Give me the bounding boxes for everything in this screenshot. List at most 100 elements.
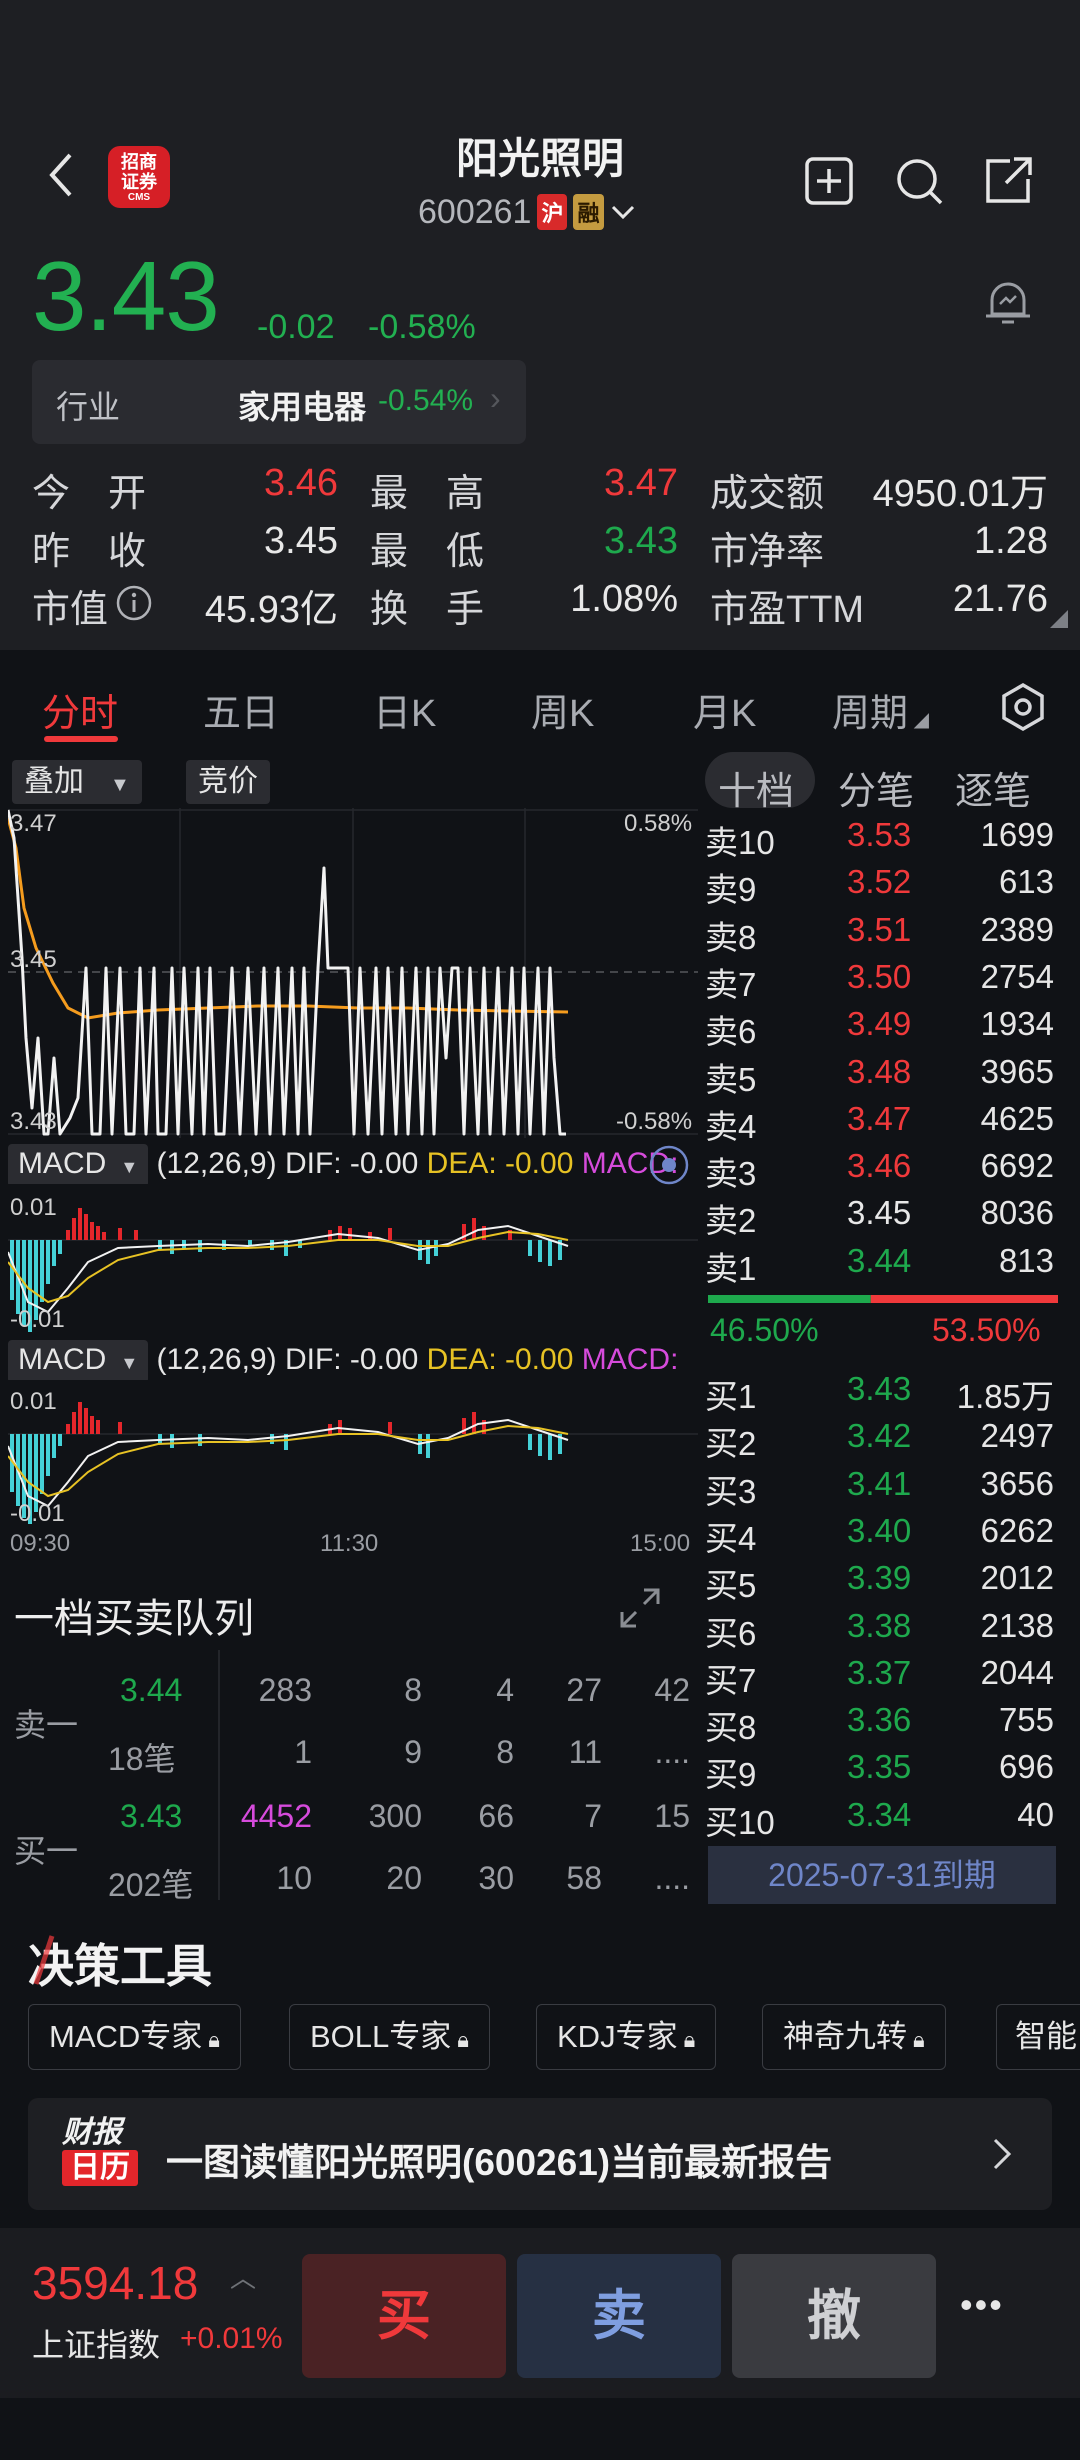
logo-sub: CMS xyxy=(127,192,151,203)
macd2-axis-top: 0.01 xyxy=(10,1388,57,1415)
tool-boll-label: BOLL专家 xyxy=(310,2019,452,2054)
buy-level[interactable]: 买7 3.37 2044 xyxy=(705,1650,1060,1699)
time-start-label: 09:30 xyxy=(10,1530,71,1557)
cancel-order-button[interactable]: 撤 xyxy=(732,2254,936,2378)
add-watchlist-icon[interactable] xyxy=(803,155,855,207)
info-icon[interactable] xyxy=(115,584,153,622)
tool-kdj-expert[interactable]: KDJ专家 🔒︎ xyxy=(536,2004,717,2070)
sell-level[interactable]: 卖4 3.47 4625 xyxy=(705,1096,1060,1145)
active-tab-indicator xyxy=(44,736,118,742)
stock-code-row[interactable]: 600261 沪 融 xyxy=(418,190,636,234)
buy-level[interactable]: 买1 3.43 1.85万 xyxy=(705,1366,1060,1415)
tab-ticks[interactable]: 分笔 xyxy=(838,760,914,815)
queue-sell-price: 3.44 xyxy=(120,1672,183,1708)
expand-icon[interactable] xyxy=(618,1586,662,1630)
bid-ask-ratio-bar xyxy=(708,1295,1058,1303)
sell-level-volume: 813 xyxy=(998,1241,1054,1279)
buy-level[interactable]: 买2 3.42 2497 xyxy=(705,1413,1060,1462)
sell-level-label: 卖5 xyxy=(705,1060,757,1098)
settings-hex-icon[interactable] xyxy=(1000,682,1046,732)
pe-value: 21.76 xyxy=(952,578,1048,620)
sell-ratio-fill xyxy=(870,1295,1058,1303)
high-label: 最 高 xyxy=(370,473,485,515)
buy-level[interactable]: 买5 3.39 2012 xyxy=(705,1555,1060,1604)
pb-value: 1.28 xyxy=(974,520,1048,562)
market-tag: 沪 xyxy=(537,194,568,230)
expiry-badge[interactable]: 2025-07-31到期 xyxy=(708,1846,1056,1904)
buy-level-price: 3.34 xyxy=(847,1795,912,1833)
chevron-down-icon[interactable] xyxy=(610,202,636,222)
sell-level-label: 卖3 xyxy=(705,1155,757,1193)
pe-label-text: 市盈TTM xyxy=(710,589,865,631)
sell-level-volume: 2754 xyxy=(980,957,1054,995)
buy-level-volume: 6262 xyxy=(980,1511,1054,1549)
buy-level[interactable]: 买3 3.41 3656 xyxy=(705,1461,1060,1510)
share-icon[interactable] xyxy=(982,155,1034,207)
buy-level-label: 买2 xyxy=(705,1425,757,1463)
sell-level[interactable]: 卖1 3.44 813 xyxy=(705,1238,1060,1287)
tab-monthly-k[interactable]: 月K xyxy=(693,682,756,737)
tab-ten-levels[interactable]: 十档 xyxy=(718,760,794,815)
tool-magic-nine[interactable]: 神奇九转 🔒︎ xyxy=(762,2004,946,2070)
sell-button[interactable]: 卖 xyxy=(517,2254,721,2378)
expand-corner-icon[interactable] xyxy=(1050,610,1068,628)
buy-level-label: 买10 xyxy=(705,1803,775,1841)
buy-level-label: 买7 xyxy=(705,1661,757,1699)
tab-period[interactable]: 周期 ◢ xyxy=(832,682,929,737)
open-value: 3.46 xyxy=(264,462,338,504)
tool-macd-expert[interactable]: MACD专家 🔒︎ xyxy=(28,2004,241,2070)
buy-level-label: 买6 xyxy=(705,1614,757,1652)
intraday-price-chart[interactable] xyxy=(8,808,698,1138)
buy-button[interactable]: 买 xyxy=(302,2254,506,2378)
sell-level[interactable]: 卖9 3.52 613 xyxy=(705,859,1060,908)
tab-intraday[interactable]: 分时 xyxy=(42,682,118,737)
sell-level[interactable]: 卖8 3.51 2389 xyxy=(705,907,1060,956)
macd-dropdown-2[interactable]: MACD ▼ xyxy=(8,1340,149,1380)
tab-five-day[interactable]: 五日 xyxy=(203,682,279,737)
macd2-axis-bottom: -0.01 xyxy=(10,1500,65,1527)
tab-daily-k[interactable]: 日K xyxy=(373,682,436,737)
search-icon[interactable] xyxy=(893,155,945,207)
alert-bell-icon[interactable] xyxy=(978,272,1038,332)
macd-header-2: MACD ▼ (12,26,9) DIF: -0.00 DEA: -0.00 MA… xyxy=(8,1340,698,1380)
buy-level[interactable]: 买8 3.36 755 xyxy=(705,1697,1060,1746)
queue-title: 一档买卖队列 xyxy=(14,1597,254,1641)
current-price: 3.43 xyxy=(32,241,220,351)
industry-change: -0.54% xyxy=(378,384,474,417)
queue-order-size: 10 xyxy=(276,1860,312,1896)
earnings-calendar-banner[interactable]: 财报 日历 一图读懂阳光照明(600261)当前最新报告 xyxy=(28,2098,1052,2210)
buy-level[interactable]: 买10 3.34 40 xyxy=(705,1792,1060,1841)
buy-level[interactable]: 买6 3.38 2138 xyxy=(705,1603,1060,1652)
sell-level[interactable]: 卖10 3.53 1699 xyxy=(705,812,1060,861)
buy-level-volume: 2497 xyxy=(980,1417,1054,1455)
buy-level-price: 3.38 xyxy=(847,1606,912,1644)
sell-level[interactable]: 卖3 3.46 6692 xyxy=(705,1143,1060,1192)
tool-boll-expert[interactable]: BOLL专家 🔒︎ xyxy=(289,2004,490,2070)
buy-level[interactable]: 买9 3.35 696 xyxy=(705,1744,1060,1793)
buy-level-volume: 2138 xyxy=(980,1606,1054,1644)
industry-box[interactable]: 行业 家用电器 -0.54% › xyxy=(32,360,526,444)
price-change-pct: -0.58% xyxy=(368,308,476,346)
sell-level[interactable]: 卖5 3.48 3965 xyxy=(705,1049,1060,1098)
buy-level[interactable]: 买4 3.40 6262 xyxy=(705,1508,1060,1557)
tool-smart[interactable]: 智能 xyxy=(996,2004,1080,2070)
sell-level[interactable]: 卖2 3.45 8036 xyxy=(705,1190,1060,1239)
margin-tag: 融 xyxy=(573,194,604,230)
tab-weekly-k[interactable]: 周K xyxy=(531,682,594,737)
index-widget[interactable]: 3594.18 ︿ 上证指数 +0.01% xyxy=(0,2228,300,2398)
pct-axis-top-label: 0.58% xyxy=(624,810,693,837)
macd-dropdown-1[interactable]: MACD ▼ xyxy=(8,1144,149,1184)
sell-level[interactable]: 卖6 3.49 1934 xyxy=(705,1001,1060,1050)
macd-toggle-icon[interactable] xyxy=(648,1144,690,1186)
auction-button[interactable]: 竞价 xyxy=(186,760,270,804)
more-icon[interactable]: ••• xyxy=(960,2284,1004,2326)
queue-order-size: 15 xyxy=(654,1798,690,1834)
prev-close-value: 3.45 xyxy=(264,520,338,562)
y-axis-bottom-label: 3.43 xyxy=(10,1108,57,1135)
sell-level[interactable]: 卖7 3.50 2754 xyxy=(705,954,1060,1003)
buy-ratio-fill xyxy=(708,1295,871,1303)
overlay-dropdown[interactable]: 叠加 ▼ xyxy=(12,760,142,804)
tab-trade-by-trade[interactable]: 逐笔 xyxy=(955,760,1031,815)
auction-label: 竞价 xyxy=(198,765,258,798)
open-label: 今 开 xyxy=(32,473,147,515)
